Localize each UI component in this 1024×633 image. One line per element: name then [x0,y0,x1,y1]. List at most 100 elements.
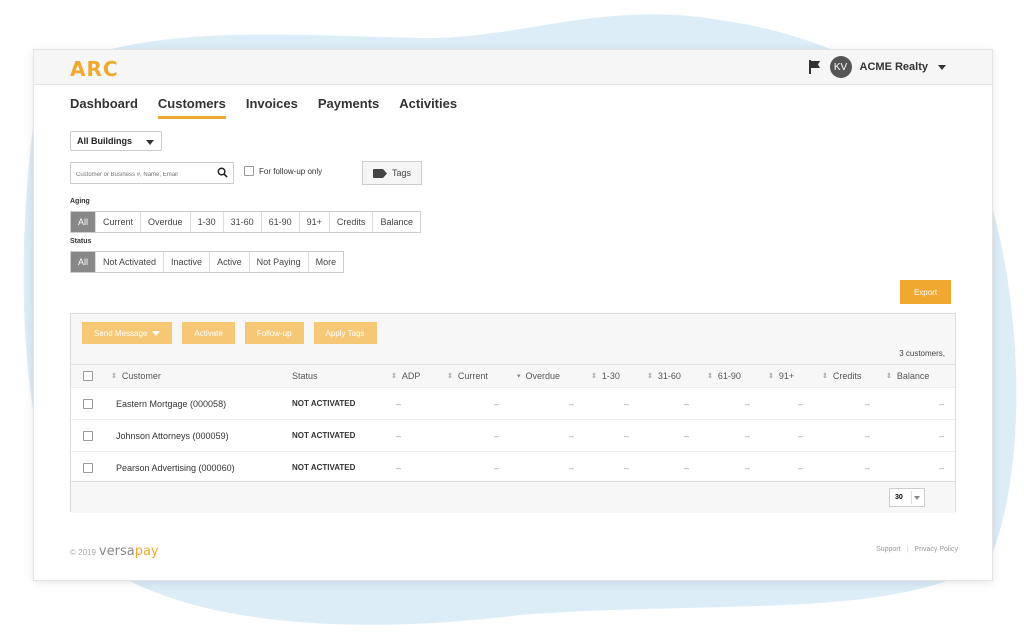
customer-name[interactable]: Pearson Advertising (000060) [116,452,235,483]
follow-up-button[interactable]: Follow-up [244,322,304,344]
status-inactive[interactable]: Inactive [164,252,211,272]
customer-count: 3 customers, [899,349,945,358]
adp-value: – [396,398,402,409]
aging-1-30[interactable]: 1-30 [190,212,224,232]
row-checkbox[interactable] [83,430,93,441]
customers-panel: Send Message Activate Follow-up Apply Ta… [70,313,956,513]
followup-checkbox[interactable] [244,166,254,176]
search-box[interactable] [70,162,234,185]
avatar[interactable]: KV [829,56,852,78]
chevron-down-icon [914,496,920,500]
col-adp[interactable]: ⇕ ADP [391,365,420,387]
per-page-select[interactable]: 30 [889,488,925,507]
1-30-value: – [624,462,630,473]
aging-credits[interactable]: Credits [329,212,374,232]
col-balance-label: Balance [896,371,930,381]
current-value: – [494,398,500,409]
sort-icon: ⇕ [111,373,117,380]
balance-value: – [939,430,945,441]
status-all[interactable]: All [71,252,97,272]
status-value: NOT ACTIVATED [292,431,356,440]
select-all-checkbox[interactable] [83,371,93,381]
col-current-label: Current [457,371,488,381]
nav-payments[interactable]: Payments [318,96,379,119]
status-filter: All Not Activated Inactive Active Not Pa… [70,251,345,273]
1-30-value: – [624,398,630,409]
activate-button[interactable]: Activate [182,322,235,344]
followup-filter[interactable]: For follow-up only [244,166,322,176]
apply-tags-button[interactable]: Apply Tags [313,322,377,344]
table-row[interactable]: Johnson Attorneys (000059) NOT ACTIVATED… [71,419,955,451]
nav-invoices[interactable]: Invoices [246,96,298,119]
customer-name[interactable]: Eastern Mortgage (000058) [116,388,226,419]
nav-activities[interactable]: Activities [399,96,457,119]
account-menu[interactable]: KV ACME Realty [808,56,946,78]
aging-all[interactable]: All [71,212,97,232]
row-checkbox[interactable] [83,398,93,409]
nav-dashboard[interactable]: Dashboard [70,96,138,119]
aging-31-60[interactable]: 31-60 [223,212,262,232]
bulk-actions: Send Message Activate Follow-up Apply Ta… [82,322,377,344]
row-checkbox[interactable] [83,462,93,473]
col-1-30[interactable]: ⇕ 1-30 [591,365,620,387]
app-window: ARC KV ACME Realty Dashboard Customers I… [34,50,992,580]
building-select[interactable]: All Buildings [70,131,162,151]
per-page-value: 30 [895,494,903,501]
followup-label: For follow-up only [259,166,323,176]
table-row[interactable]: Eastern Mortgage (000058) NOT ACTIVATED … [71,387,955,419]
91-plus-value: – [798,398,804,409]
sort-icon: ⇕ [707,373,713,380]
credits-value: – [865,430,871,441]
search-input[interactable] [74,165,218,185]
status-not-activated[interactable]: Not Activated [96,252,165,272]
aging-filter: All Current Overdue 1-30 31-60 61-90 91+… [70,211,421,233]
col-overdue[interactable]: ▾ Overdue [517,365,560,387]
col-31-60[interactable]: ⇕ 31-60 [647,365,681,387]
aging-91-plus[interactable]: 91+ [299,212,330,232]
aging-current[interactable]: Current [96,212,142,232]
send-message-button[interactable]: Send Message [82,322,173,344]
sort-icon: ⇕ [591,373,597,380]
col-credits[interactable]: ⇕ Credits [822,365,861,387]
sort-icon: ⇕ [391,373,397,380]
col-customer[interactable]: ⇕ Customer [111,365,161,387]
nav-customers[interactable]: Customers [157,96,226,119]
status-active[interactable]: Active [210,252,250,272]
aging-balance[interactable]: Balance [373,212,420,232]
account-name[interactable]: ACME Realty [860,61,928,73]
footer-copyright: © 2019 versapay [70,544,159,559]
overdue-value: – [569,462,575,473]
credits-value: – [865,398,871,409]
61-90-value: – [745,462,751,473]
export-button[interactable]: Export [900,280,951,304]
main-nav: Dashboard Customers Invoices Payments Ac… [70,96,457,119]
versapay-logo: versapay [99,544,159,559]
col-status-label: Status [292,371,318,381]
customer-name[interactable]: Johnson Attorneys (000059) [116,420,229,451]
col-overdue-label: Overdue [525,371,561,381]
tags-button[interactable]: Tags [362,161,422,185]
col-credits-label: Credits [832,371,862,381]
col-current[interactable]: ⇕ Current [447,365,488,387]
search-icon[interactable] [217,167,228,178]
1-30-value: – [624,430,630,441]
send-message-label: Send Message [94,328,148,338]
aging-overdue[interactable]: Overdue [141,212,191,232]
status-not-paying[interactable]: Not Paying [249,252,309,272]
flag-icon[interactable] [808,59,822,75]
col-31-60-label: 31-60 [657,371,681,381]
sort-icon: ⇕ [822,373,828,380]
table-row[interactable]: Pearson Advertising (000060) NOT ACTIVAT… [71,451,955,483]
privacy-policy-link[interactable]: Privacy Policy [914,546,958,553]
col-91-plus[interactable]: ⇕ 91+ [768,365,794,387]
61-90-value: – [745,398,751,409]
aging-61-90[interactable]: 61-90 [261,212,300,232]
col-balance[interactable]: ⇕ Balance [886,365,929,387]
status-more[interactable]: More [308,252,344,272]
support-link[interactable]: Support [876,546,901,553]
app-logo[interactable]: ARC [70,57,119,81]
col-61-90[interactable]: ⇕ 61-90 [707,365,741,387]
sort-icon: ⇕ [768,373,774,380]
91-plus-value: – [798,430,804,441]
chevron-down-icon[interactable] [938,64,946,70]
